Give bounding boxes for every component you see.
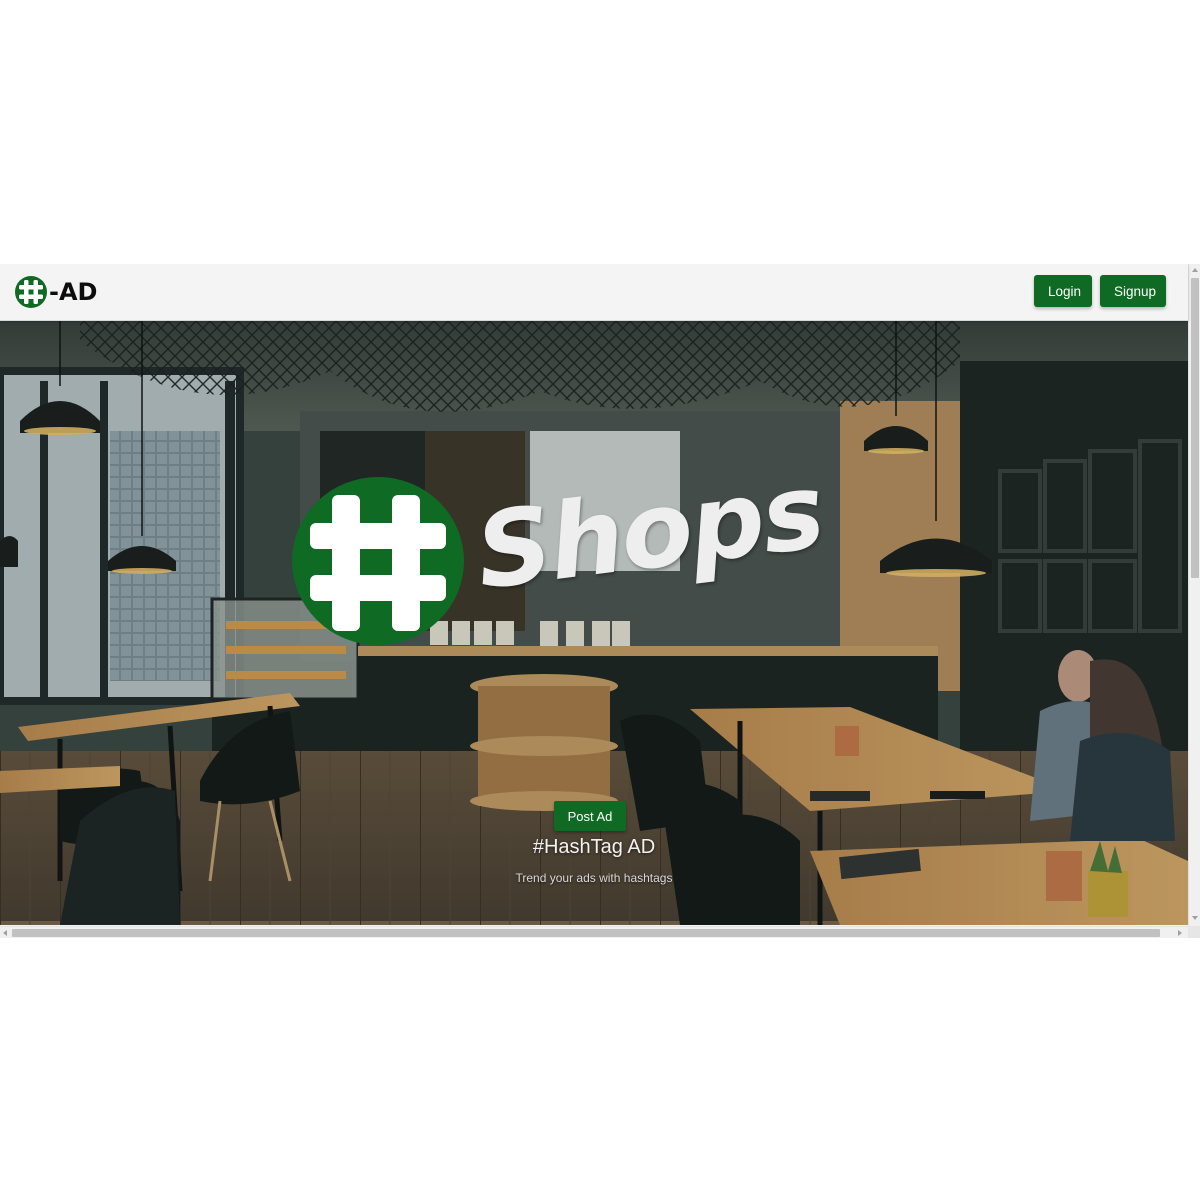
hero-section: Shops Post Ad #HashTag AD Trend your ads… <box>0 321 1188 925</box>
hero-subtitle: Trend your ads with hashtags <box>515 871 673 885</box>
horizontal-scrollbar[interactable] <box>0 926 1188 938</box>
signup-button[interactable]: Signup <box>1100 275 1166 307</box>
login-button[interactable]: Login <box>1034 275 1092 307</box>
browser-viewport: -AD Login Signup Shops Post Ad #HashTag … <box>0 264 1200 938</box>
vertical-scroll-thumb[interactable] <box>1191 278 1199 578</box>
hashtag-circle-icon <box>292 477 464 645</box>
scroll-down-arrow-icon[interactable] <box>1192 916 1198 920</box>
scroll-right-arrow-icon[interactable] <box>1178 930 1182 936</box>
vertical-scrollbar[interactable] <box>1188 264 1200 926</box>
hero-title: #HashTag AD <box>532 836 656 858</box>
scrollbar-corner <box>1188 926 1200 938</box>
scroll-left-arrow-icon[interactable] <box>3 930 7 936</box>
hashtag-circle-icon <box>15 276 47 308</box>
horizontal-scroll-thumb[interactable] <box>12 929 1160 937</box>
post-ad-button[interactable]: Post Ad <box>554 801 626 831</box>
scroll-up-arrow-icon[interactable] <box>1192 268 1198 272</box>
cafe-interior-photo <box>0 321 1188 925</box>
brand-text: -AD <box>49 278 98 306</box>
brand[interactable]: -AD <box>14 275 97 309</box>
top-navbar: -AD Login Signup <box>0 264 1188 321</box>
